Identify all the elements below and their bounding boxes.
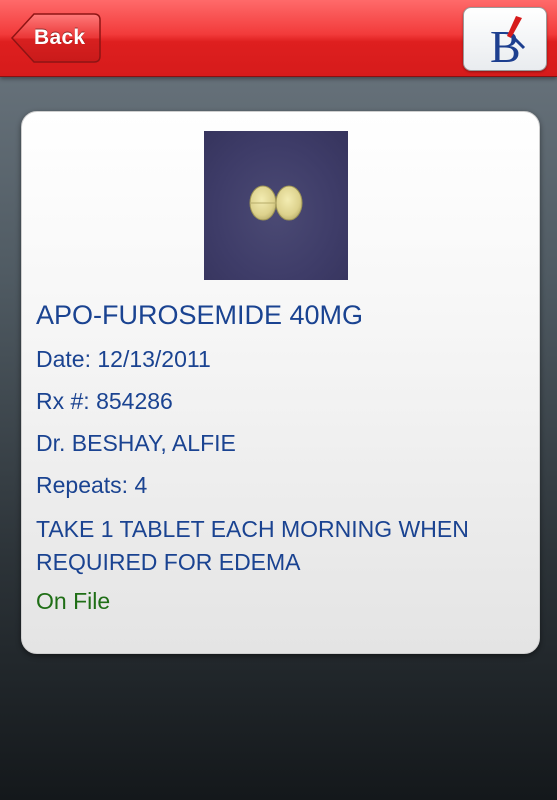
drug-name: APO-FUROSEMIDE 40MG bbox=[36, 300, 364, 330]
prescribing-doctor: Dr. BESHAY, ALFIE bbox=[36, 430, 236, 456]
repeats-count: Repeats: 4 bbox=[36, 472, 148, 498]
prescription-card: APO-FUROSEMIDE 40MG Date: 12/13/2011 Rx … bbox=[21, 111, 540, 654]
status-label: On File bbox=[36, 588, 111, 614]
back-button-label: Back bbox=[34, 26, 86, 49]
pill-icon bbox=[249, 185, 303, 221]
back-button[interactable]: Back bbox=[10, 12, 102, 64]
navigation-bar: Back B bbox=[0, 0, 557, 77]
prescription-date: Date: 12/13/2011 bbox=[36, 346, 211, 372]
brand-logo-icon: B bbox=[490, 16, 526, 70]
rx-number: Rx #: 854286 bbox=[36, 388, 173, 414]
brand-logo-button[interactable]: B bbox=[463, 7, 547, 71]
pill-photo bbox=[204, 131, 348, 280]
dosage-directions: TAKE 1 TABLET EACH MORNING WHEN REQUIRED… bbox=[36, 516, 469, 575]
